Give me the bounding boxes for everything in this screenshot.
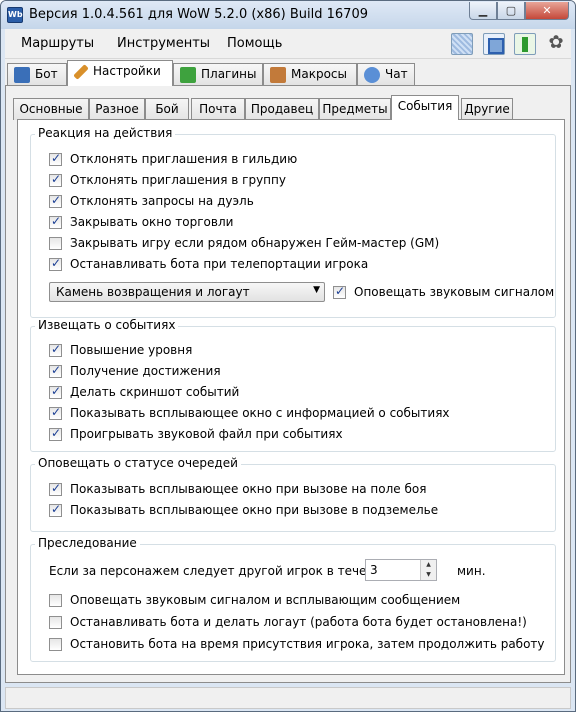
checkbox[interactable] [333, 284, 346, 299]
checkbox[interactable] [49, 193, 62, 208]
subtab-general[interactable]: Основные [13, 98, 89, 120]
title-bar[interactable]: Wb Версия 1.0.4.561 для WoW 5.2.0 (x86) … [1, 1, 575, 29]
tab-settings[interactable]: Настройки [67, 60, 173, 86]
notify-group: Извещать о событиях Повышение уровня Пол… [30, 318, 556, 452]
main-tabs: Бот Настройки Плагины Макросы Чат [5, 59, 571, 86]
checkbox[interactable] [49, 236, 62, 250]
reaction-group-title: Реакция на действия [35, 126, 176, 140]
events-page: Реакция на действия Отклонять приглашени… [17, 119, 565, 675]
maximize-button[interactable]: ▢ [497, 2, 525, 20]
checkbox[interactable] [49, 593, 62, 607]
checkbox[interactable] [49, 363, 62, 378]
tab-macros[interactable]: Макросы [263, 63, 357, 85]
checkbox[interactable] [49, 256, 62, 271]
settings-flower-icon[interactable]: ✿ [545, 33, 567, 55]
reaction-sound-option[interactable]: Оповещать звуковым сигналом [333, 284, 554, 299]
upload-arrow-icon[interactable] [514, 33, 536, 55]
follow-time-label: Если за персонажем следует другой игрок … [49, 564, 394, 578]
subtab-mail[interactable]: Почта [191, 98, 245, 120]
menu-bar: Маршруты Инструменты Помощь ✿ [5, 29, 571, 59]
checkbox[interactable] [49, 615, 62, 629]
puzzle-icon [180, 67, 196, 83]
queue-option-dungeon[interactable]: Показывать всплывающее окно при вызове в… [49, 502, 438, 517]
menu-tools[interactable]: Инструменты [117, 36, 210, 51]
pursuit-option-notify[interactable]: Оповещать звуковым сигналом и всплывающи… [49, 593, 460, 607]
follow-time-unit: мин. [457, 564, 486, 578]
pursuit-group-title: Преследование [35, 536, 140, 550]
checkbox[interactable] [49, 214, 62, 229]
minimize-icon: ▁ [478, 4, 488, 17]
queue-option-battleground[interactable]: Показывать всплывающее окно при вызове н… [49, 481, 426, 496]
notify-option-level[interactable]: Повышение уровня [49, 342, 192, 357]
tab-chat[interactable]: Чат [357, 63, 415, 85]
tab-bot[interactable]: Бот [7, 63, 67, 85]
checkbox[interactable] [49, 172, 62, 187]
reaction-option-trade[interactable]: Закрывать окно торговли [49, 214, 233, 229]
chevron-down-icon[interactable]: ▼ [421, 570, 436, 580]
reaction-option-gm[interactable]: Закрывать игру если рядом обнаружен Гейм… [49, 236, 439, 250]
pattern-icon[interactable] [451, 33, 473, 55]
queue-group: Оповещать о статусе очередей Показывать … [30, 456, 556, 532]
checkbox[interactable] [49, 481, 62, 496]
reaction-option-duel[interactable]: Отклонять запросы на дуэль [49, 193, 254, 208]
notify-option-screenshot[interactable]: Делать скриншот событий [49, 384, 239, 399]
subtab-vendor[interactable]: Продавец [245, 98, 319, 120]
queue-group-title: Оповещать о статусе очередей [35, 456, 241, 470]
stepper-buttons[interactable]: ▲ ▼ [420, 560, 436, 580]
subtab-items[interactable]: Предметы [319, 98, 391, 120]
wrench-icon [73, 64, 89, 80]
reaction-option-guild[interactable]: Отклонять приглашения в гильдию [49, 151, 297, 166]
checkbox[interactable] [49, 151, 62, 166]
notify-option-popup[interactable]: Показывать всплывающее окно с информацие… [49, 405, 450, 420]
monitor-icon [14, 67, 30, 83]
chevron-up-icon[interactable]: ▲ [421, 560, 436, 570]
maximize-icon: ▢ [505, 4, 517, 17]
chevron-down-icon: ▼ [313, 285, 320, 295]
reaction-option-group[interactable]: Отклонять приглашения в группу [49, 172, 286, 187]
user-icon [364, 67, 380, 83]
subtab-misc[interactable]: Разное [89, 98, 145, 120]
follow-time-stepper[interactable]: 3 ▲ ▼ [365, 559, 437, 581]
pencil-icon [270, 67, 286, 83]
notify-option-achievement[interactable]: Получение достижения [49, 363, 221, 378]
window-controls: ▁ ▢ ✕ [469, 2, 569, 20]
notify-option-sound[interactable]: Проигрывать звуковой файл при событиях [49, 426, 343, 441]
window-title: Версия 1.0.4.561 для WoW 5.2.0 (x86) Bui… [29, 7, 368, 22]
reaction-option-teleport[interactable]: Останавливать бота при телепортации игро… [49, 256, 368, 271]
checkbox[interactable] [49, 637, 62, 651]
subtab-combat[interactable]: Бой [145, 98, 189, 120]
tab-plugins[interactable]: Плагины [173, 63, 263, 85]
checkbox[interactable] [49, 405, 62, 420]
close-icon: ✕ [542, 4, 552, 17]
minimize-button[interactable]: ▁ [469, 2, 497, 20]
teleport-action-select[interactable]: Камень возвращения и логаут ▼ [49, 282, 325, 302]
notify-group-title: Извещать о событиях [35, 318, 179, 332]
subtab-other[interactable]: Другие [461, 98, 513, 120]
checkbox[interactable] [49, 384, 62, 399]
checkbox[interactable] [49, 502, 62, 517]
reaction-group: Реакция на действия Отклонять приглашени… [30, 126, 556, 318]
checkbox[interactable] [49, 342, 62, 357]
close-button[interactable]: ✕ [525, 2, 569, 20]
menu-help[interactable]: Помощь [227, 36, 282, 51]
checkbox[interactable] [49, 426, 62, 441]
pursuit-option-logout[interactable]: Останавливать бота и делать логаут (рабо… [49, 615, 527, 629]
app-icon: Wb [7, 7, 23, 23]
subtab-events[interactable]: События [391, 95, 459, 120]
menu-routes[interactable]: Маршруты [21, 36, 94, 51]
app-window: Wb Версия 1.0.4.561 для WoW 5.2.0 (x86) … [0, 0, 576, 712]
pursuit-group: Преследование Если за персонажем следует… [30, 536, 556, 662]
frame-icon[interactable] [483, 33, 505, 55]
status-bar [5, 687, 571, 709]
pursuit-option-pause[interactable]: Остановить бота на время присутствия игр… [49, 637, 545, 651]
